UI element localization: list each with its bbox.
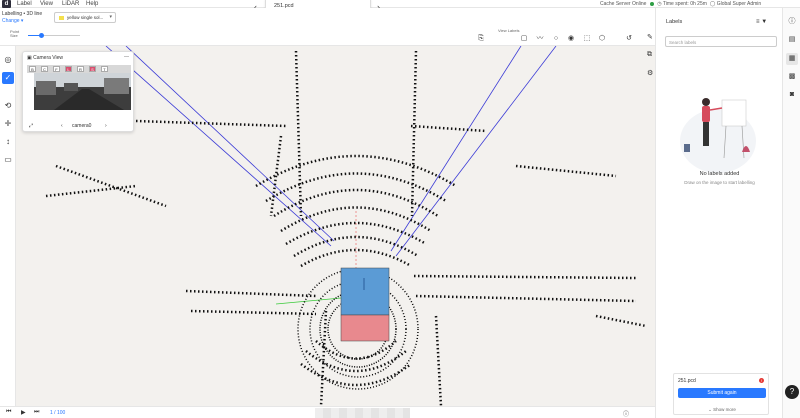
error-icon: ! — [759, 378, 764, 383]
comment-icon[interactable]: ▭ — [2, 154, 14, 166]
frustum-line — [125, 46, 335, 242]
change-link[interactable]: Change ▾ — [2, 18, 23, 24]
menu-help[interactable]: Help — [86, 0, 98, 8]
user-icon: ◯ — [709, 1, 716, 7]
lidar-points — [45, 50, 647, 406]
rotate-icon[interactable]: ⟲ — [2, 100, 14, 112]
time-spent: Time spent: 0h 25m — [662, 1, 707, 7]
status-area: Cache Server Online ◷ Time spent: 0h 25m… — [600, 0, 761, 8]
playback-bar: ⏮ ▶ ⏭ 1 / 100 ⓘ — [0, 406, 655, 418]
expand-icon[interactable]: ⤢ — [29, 123, 33, 129]
camera-nav: ⤢ ‹ camera0 › — [27, 123, 131, 130]
file-settings-icon[interactable]: ⎘ — [476, 34, 486, 44]
point-size-label: Point Size — [10, 29, 20, 38]
polyline-icon[interactable]: 〰 — [535, 34, 545, 44]
vertical-move-icon[interactable]: ↕ — [2, 136, 14, 148]
submit-again-button[interactable]: Submit again — [678, 388, 766, 398]
draw-line-icon[interactable]: ✓ — [2, 72, 14, 84]
copy-icon[interactable]: ⧉ — [647, 51, 652, 59]
help-chat-button[interactable]: ? — [785, 385, 799, 399]
frame-counter: 1 / 100 — [50, 410, 66, 416]
cuboid-top — [340, 267, 390, 316]
camera-tab[interactable]: R — [77, 66, 84, 72]
empty-state-illustration — [680, 98, 756, 173]
labels-title: Labels — [666, 19, 683, 25]
user-name[interactable]: Global Super Admin — [717, 1, 761, 7]
camera-tab[interactable]: C — [41, 66, 48, 72]
right-icon-rail: ⓘ ▤ ▦ ▩ ◙ — [782, 8, 800, 418]
class-select[interactable]: yellow single sol... ▾ — [54, 12, 116, 23]
filter-icon[interactable]: ▼ — [761, 19, 767, 25]
cuboid-bottom — [340, 314, 390, 342]
app-logo: d — [2, 0, 11, 8]
class-selected-label: yellow single sol... — [67, 15, 104, 20]
skip-back-icon[interactable]: ⏮ — [6, 409, 11, 416]
camera-view-title: ▣ Camera View — [27, 55, 64, 61]
show-more-link[interactable]: ⌄ Show more — [674, 407, 770, 413]
labels-toolbar: ≡ ▼ — [756, 19, 767, 25]
collapse-icon[interactable]: — — [124, 54, 129, 60]
cube-3d-icon[interactable]: ⬡ — [597, 34, 607, 44]
class-color-swatch — [59, 16, 64, 20]
submit-file-name: 251.pcd — [678, 378, 696, 384]
camera-tab[interactable]: T — [101, 66, 108, 72]
cuboid-icon[interactable]: ⬚ — [582, 34, 592, 44]
menu-label[interactable]: Label — [17, 0, 32, 8]
point-icon[interactable]: ◉ — [566, 34, 576, 44]
menu-lidar[interactable]: LiDAR — [62, 0, 79, 8]
sliders-icon[interactable]: ⚙ — [647, 69, 653, 77]
camera-prev-icon[interactable]: ‹ — [61, 123, 63, 129]
frame-timeline[interactable] — [315, 408, 410, 418]
toolbar: Labelling • 3D line Change ▾ yellow sing… — [0, 8, 655, 46]
left-tool-rail: ◎ ✓ ⟲ ✛ ↕ ▭ — [0, 46, 16, 406]
submit-card: 251.pcd ! Submit again ⌄ Show more — [673, 373, 769, 415]
axis-line-x — [275, 297, 342, 305]
camera-tab[interactable]: S — [89, 66, 96, 72]
camera-name: camera0 — [72, 123, 92, 129]
mode-title: Labelling • 3D line — [2, 11, 43, 17]
menu-view[interactable]: View — [40, 0, 53, 8]
camera-next-icon[interactable]: › — [105, 123, 107, 129]
camera-tab[interactable]: L — [65, 66, 72, 72]
labels-panel: Labels ≡ ▼ Search labels No labels added… — [655, 8, 782, 418]
skip-forward-icon[interactable]: ⏭ — [34, 409, 39, 416]
camera-image — [34, 73, 131, 110]
server-status: Cache Server Online — [600, 1, 647, 7]
chevron-down-icon: ▾ — [109, 14, 112, 20]
frustum-line — [395, 46, 557, 257]
edit-icon[interactable]: ✎ — [647, 33, 653, 41]
play-icon[interactable]: ▶ — [21, 409, 26, 416]
view-labels-label[interactable]: View Labels — [498, 28, 520, 34]
bounding-box-icon[interactable]: ▢ — [519, 34, 529, 44]
camera-toggle-icon[interactable]: ◎ — [2, 54, 14, 66]
help-icon[interactable]: ⓘ — [623, 409, 629, 418]
server-online-dot — [649, 1, 654, 6]
clock-icon: ◷ — [657, 1, 662, 7]
camera-view-panel[interactable]: ▣ Camera View — B C F L R S T ⤢ ‹ camera… — [22, 51, 134, 132]
person-icon[interactable]: ◙ — [786, 89, 798, 101]
empty-state-title: No labels added — [699, 171, 740, 177]
labels-list-icon[interactable]: ▦ — [786, 53, 798, 65]
camera-tabs: B C F L R S T — [27, 65, 131, 73]
grid-icon[interactable]: ▩ — [786, 71, 798, 83]
sort-icon[interactable]: ≡ — [756, 19, 760, 25]
empty-state-subtitle: Draw on the image to start labelling — [684, 180, 755, 185]
move-icon[interactable]: ✛ — [2, 118, 14, 130]
camera-tab[interactable]: B — [29, 66, 36, 72]
top-bar: d Label View LiDAR Help ‹ 251.pcd Stage:… — [0, 0, 800, 17]
camera-tab[interactable]: F — [53, 66, 60, 72]
layers-icon[interactable]: ▤ — [786, 34, 798, 46]
slider-handle[interactable] — [38, 33, 44, 38]
history-icon[interactable]: ↺ — [624, 34, 634, 44]
search-labels-input[interactable]: Search labels — [665, 36, 777, 47]
point-size-slider[interactable] — [28, 33, 80, 38]
info-icon[interactable]: ⓘ — [786, 16, 798, 28]
circle-icon[interactable]: ○ — [551, 34, 561, 44]
